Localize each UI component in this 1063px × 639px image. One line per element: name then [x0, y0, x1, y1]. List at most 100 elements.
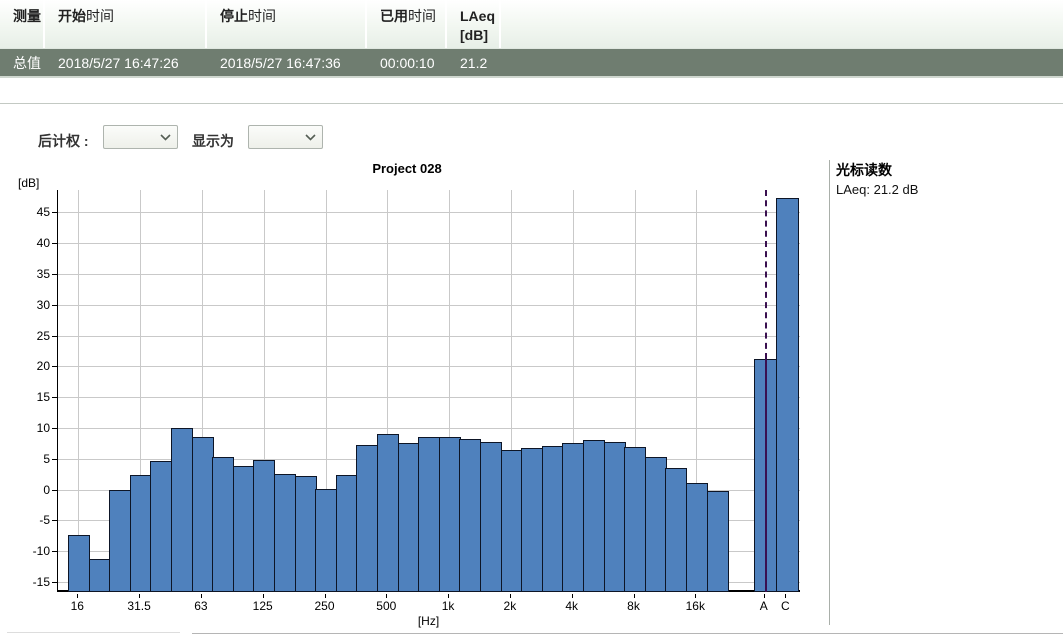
cell-start-time: 2018/5/27 16:47:26: [58, 54, 179, 71]
x-tick-mark: [448, 594, 450, 598]
y-tick-mark: [52, 212, 57, 214]
y-tick-mark: [52, 427, 57, 429]
h-gridline: [58, 366, 800, 368]
cursor-reading: LAeq: 21.2 dB: [836, 182, 919, 197]
col-header-elapsed-time: 已用时间: [367, 0, 447, 48]
y-tick-label: 35: [36, 266, 50, 281]
bar-6.3k[interactable]: [603, 441, 626, 592]
bar-10k[interactable]: [644, 456, 667, 592]
y-tick-mark: [52, 243, 57, 245]
h-gridline: [58, 212, 800, 214]
bar-8k[interactable]: [624, 447, 647, 592]
cell-laeq: 21.2: [460, 54, 488, 71]
col-header-measurement-label: 测量: [13, 8, 41, 24]
y-tick-label: 40: [36, 236, 50, 251]
bar-400[interactable]: [356, 445, 379, 592]
bar-250[interactable]: [315, 489, 338, 592]
bottom-divider-left: [7, 632, 180, 633]
x-tick-label: 4k: [565, 599, 579, 613]
bar-3.15k[interactable]: [541, 445, 564, 592]
x-tick-mark: [509, 594, 511, 598]
v-gridline: [78, 190, 80, 590]
bar-1.6k[interactable]: [480, 442, 502, 592]
x-tick-label: 1k: [441, 599, 455, 613]
bar-200[interactable]: [294, 476, 317, 592]
y-tick-label: 45: [36, 205, 50, 220]
col-header-filler: [501, 0, 1063, 48]
x-tick-label: 63: [194, 599, 208, 613]
cell-elapsed-time: 00:00:10: [380, 54, 435, 71]
bar-25[interactable]: [109, 489, 132, 592]
x-tick-mark: [77, 594, 79, 598]
y-tick-mark: [52, 489, 57, 491]
h-gridline: [58, 335, 800, 337]
plot-area: [57, 190, 800, 592]
col-header-start-time: 开始时间: [45, 0, 207, 48]
post-weighting-select[interactable]: [103, 125, 178, 149]
cursor-readout-panel: 光标读数 LAeq: 21.2 dB: [836, 160, 1056, 197]
bar-800[interactable]: [418, 437, 441, 592]
bar-125[interactable]: [253, 460, 276, 592]
h-gridline: [58, 427, 800, 429]
bar-50[interactable]: [171, 427, 193, 592]
bar-12.5k[interactable]: [665, 468, 688, 592]
h-gridline: [58, 243, 800, 245]
bar-315[interactable]: [335, 475, 358, 592]
h-gridline: [58, 304, 800, 306]
x-tick-label: 8k: [627, 599, 640, 613]
y-tick-mark: [52, 304, 57, 306]
x-tick-mark: [695, 594, 697, 598]
chevron-down-icon: [160, 133, 171, 141]
table-header-row: 测量 开始时间 停止时间 已用时间 LAeq [dB]: [0, 0, 1063, 49]
y-tick-label: -5: [39, 513, 50, 528]
y-tick-label: 5: [43, 451, 50, 466]
bar-100[interactable]: [232, 465, 255, 592]
bar-40[interactable]: [150, 460, 173, 592]
bar-5k[interactable]: [583, 440, 605, 592]
bar-630[interactable]: [397, 442, 420, 592]
h-gridline: [58, 397, 800, 399]
section-divider: [0, 103, 1063, 104]
cell-stop-time: 2018/5/27 16:47:36: [220, 54, 341, 71]
table-row[interactable]: 总值 2018/5/27 16:47:26 2018/5/27 16:47:36…: [0, 49, 1063, 78]
panel-separator: [829, 160, 830, 625]
chart-title: Project 028: [372, 161, 442, 176]
bar-160[interactable]: [274, 473, 296, 592]
x-tick-mark: [139, 594, 141, 598]
x-tick-label: 250: [314, 599, 335, 613]
y-tick-label: 30: [36, 297, 50, 312]
bar-20k[interactable]: [706, 490, 729, 592]
post-weighting-label: 后计权 :: [38, 133, 89, 149]
x-tick-label: 500: [376, 599, 397, 613]
bar-63[interactable]: [191, 437, 214, 592]
col-header-laeq: LAeq [dB]: [447, 0, 501, 48]
y-tick-label: -10: [32, 544, 50, 559]
bar-16[interactable]: [68, 535, 90, 592]
col-header-measurement: 测量: [0, 0, 45, 48]
bar-2k[interactable]: [500, 450, 523, 592]
bar-20[interactable]: [88, 558, 111, 592]
bar-31.5[interactable]: [129, 475, 152, 592]
display-as-select[interactable]: [248, 125, 323, 149]
y-tick-label: 0: [43, 482, 50, 497]
bar-2.5k[interactable]: [521, 448, 544, 592]
y-tick-mark: [52, 397, 57, 399]
bar-4k[interactable]: [562, 443, 585, 592]
y-tick-mark: [52, 335, 57, 337]
y-tick-mark: [52, 520, 57, 522]
x-tick-mark: [633, 594, 635, 598]
chevron-down-icon: [305, 133, 316, 141]
bar-1k[interactable]: [438, 436, 461, 592]
h-gridline: [58, 273, 800, 275]
col-header-stop-time: 停止时间: [207, 0, 367, 48]
x-tick-label: 2k: [503, 599, 517, 613]
x-tick-label: 16k: [685, 599, 705, 613]
bar-16k[interactable]: [686, 482, 708, 592]
bar-500[interactable]: [377, 434, 399, 592]
db-axis-label: [dB]: [18, 176, 40, 190]
bar-C[interactable]: [775, 198, 799, 592]
cursor-line[interactable]: [764, 190, 767, 359]
bar-80[interactable]: [212, 456, 235, 592]
y-tick-mark: [52, 366, 57, 368]
bar-1.25k[interactable]: [459, 439, 482, 592]
